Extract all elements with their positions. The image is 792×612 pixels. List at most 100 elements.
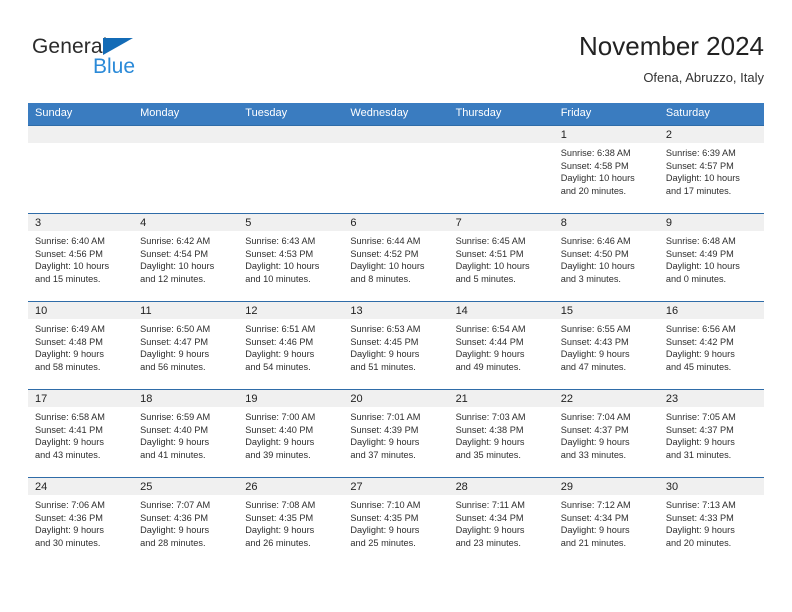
weekday-header-tuesday: Tuesday bbox=[238, 103, 344, 126]
day-info-line: Sunset: 4:40 PM bbox=[140, 424, 209, 435]
calendar-day-cell[interactable]: 21 Sunrise: 7:03 AM Sunset: 4:38 PM Dayligh… bbox=[448, 389, 554, 478]
general-blue-logo[interactable]: General Blue bbox=[32, 35, 212, 89]
day-info-line: Daylight: 9 hours bbox=[665, 349, 735, 360]
calendar-day-cell[interactable]: 17 Sunrise: 6:58 AM Sunset: 4:41 PM Dayligh… bbox=[28, 389, 134, 478]
day-info-line: Daylight: 9 hours bbox=[350, 349, 420, 360]
day-info-line: and 47 minutes. bbox=[560, 361, 627, 372]
day-info-line: and 35 minutes. bbox=[455, 449, 521, 460]
calendar-day-cell[interactable]: 18 Sunrise: 6:59 AM Sunset: 4:40 PM Dayligh… bbox=[133, 389, 239, 478]
calendar-day-cell[interactable]: 7 Sunrise: 6:45 AM Sunset: 4:51 PM Daylight… bbox=[448, 213, 554, 302]
day-info-line: Sunrise: 6:59 AM bbox=[140, 412, 211, 422]
day-info-line: and 21 minutes. bbox=[560, 537, 627, 548]
day-sun-info: Sunrise: 6:45 AM Sunset: 4:51 PM Daylight:… bbox=[449, 231, 554, 285]
day-info-line: and 56 minutes. bbox=[140, 361, 206, 372]
calendar-day-cell[interactable]: 14 Sunrise: 6:54 AM Sunset: 4:44 PM Dayligh… bbox=[448, 301, 554, 390]
day-info-line: Sunset: 4:42 PM bbox=[665, 336, 734, 347]
day-info-line: Daylight: 10 hours bbox=[665, 173, 740, 184]
day-number: 28 bbox=[448, 478, 554, 495]
day-info-line: Daylight: 9 hours bbox=[455, 437, 525, 448]
day-info-line: and 49 minutes. bbox=[455, 361, 521, 372]
calendar-day-cell[interactable]: 19 Sunrise: 7:00 AM Sunset: 4:40 PM Dayligh… bbox=[238, 389, 344, 478]
day-info-line: Sunset: 4:52 PM bbox=[350, 248, 419, 259]
calendar-day-cell[interactable]: 15 Sunrise: 6:55 AM Sunset: 4:43 PM Dayligh… bbox=[553, 301, 659, 390]
day-info-line: Sunset: 4:44 PM bbox=[455, 336, 524, 347]
calendar-day-cell[interactable]: 27 Sunrise: 7:10 AM Sunset: 4:35 PM Dayligh… bbox=[343, 477, 449, 566]
day-info-line: and 31 minutes. bbox=[665, 449, 732, 460]
calendar-day-cell[interactable]: 4 Sunrise: 6:42 AM Sunset: 4:54 PM Daylight… bbox=[133, 213, 239, 302]
day-info-line: Daylight: 10 hours bbox=[350, 261, 425, 272]
calendar-day-cell[interactable]: 28 Sunrise: 7:11 AM Sunset: 4:34 PM Dayligh… bbox=[448, 477, 554, 566]
day-sun-info bbox=[133, 143, 238, 147]
day-number bbox=[448, 126, 554, 143]
day-number bbox=[343, 126, 449, 143]
day-info-line: Sunrise: 7:03 AM bbox=[455, 412, 526, 422]
calendar-day-cell[interactable]: 16 Sunrise: 6:56 AM Sunset: 4:42 PM Dayligh… bbox=[658, 301, 764, 390]
day-info-line: Daylight: 9 hours bbox=[245, 525, 315, 536]
day-info-line: Sunset: 4:36 PM bbox=[35, 512, 103, 523]
day-number bbox=[133, 126, 239, 143]
day-info-line: Sunset: 4:45 PM bbox=[350, 336, 419, 347]
day-info-line: Sunrise: 6:45 AM bbox=[455, 236, 526, 246]
day-info-line: Daylight: 9 hours bbox=[560, 525, 630, 536]
day-info-line: and 30 minutes. bbox=[35, 537, 101, 548]
day-sun-info: Sunrise: 6:42 AM Sunset: 4:54 PM Daylight:… bbox=[133, 231, 238, 285]
day-info-line: Sunrise: 7:13 AM bbox=[665, 500, 736, 510]
day-info-line: Sunset: 4:33 PM bbox=[665, 512, 734, 523]
day-sun-info: Sunrise: 6:59 AM Sunset: 4:40 PM Daylight:… bbox=[133, 407, 238, 461]
calendar-day-cell[interactable]: 23 Sunrise: 7:05 AM Sunset: 4:37 PM Dayligh… bbox=[658, 389, 764, 478]
day-info-line: Sunset: 4:54 PM bbox=[140, 248, 209, 259]
day-info-line: Daylight: 10 hours bbox=[560, 261, 635, 272]
day-info-line: Sunrise: 7:12 AM bbox=[560, 500, 631, 510]
calendar-day-cell[interactable]: 8 Sunrise: 6:46 AM Sunset: 4:50 PM Daylight… bbox=[553, 213, 659, 302]
calendar-day-cell[interactable]: 24 Sunrise: 7:06 AM Sunset: 4:36 PM Dayligh… bbox=[28, 477, 134, 566]
day-info-line: Sunrise: 6:55 AM bbox=[560, 324, 631, 334]
day-info-line: Daylight: 9 hours bbox=[455, 525, 525, 536]
calendar-day-cell[interactable]: 20 Sunrise: 7:01 AM Sunset: 4:39 PM Dayligh… bbox=[343, 389, 449, 478]
calendar-day-cell[interactable]: 13 Sunrise: 6:53 AM Sunset: 4:45 PM Dayligh… bbox=[343, 301, 449, 390]
calendar-day-cell-empty bbox=[28, 125, 134, 214]
calendar-day-cell[interactable]: 22 Sunrise: 7:04 AM Sunset: 4:37 PM Dayligh… bbox=[553, 389, 659, 478]
calendar-page: General Blue November 2024 Ofena, Abruzz… bbox=[0, 0, 792, 612]
page-title: November 2024 bbox=[579, 31, 764, 61]
weekday-header-wednesday: Wednesday bbox=[343, 103, 449, 126]
day-info-line: and 23 minutes. bbox=[455, 537, 521, 548]
calendar-day-cell[interactable]: 1 Sunrise: 6:38 AM Sunset: 4:58 PM Daylight… bbox=[553, 125, 659, 214]
day-info-line: Sunrise: 7:04 AM bbox=[560, 412, 631, 422]
day-number: 24 bbox=[28, 478, 134, 495]
calendar-day-cell-empty bbox=[343, 125, 449, 214]
day-info-line: Sunset: 4:36 PM bbox=[140, 512, 209, 523]
day-info-line: and 5 minutes. bbox=[455, 273, 516, 284]
calendar-day-cell[interactable]: 29 Sunrise: 7:12 AM Sunset: 4:34 PM Dayligh… bbox=[553, 477, 659, 566]
day-info-line: Sunrise: 6:58 AM bbox=[35, 412, 105, 422]
day-sun-info: Sunrise: 6:46 AM Sunset: 4:50 PM Daylight:… bbox=[554, 231, 659, 285]
day-info-line: Daylight: 9 hours bbox=[560, 437, 630, 448]
calendar-day-cell[interactable]: 2 Sunrise: 6:39 AM Sunset: 4:57 PM Daylight… bbox=[658, 125, 764, 214]
day-info-line: and 8 minutes. bbox=[350, 273, 411, 284]
calendar-day-cell[interactable]: 26 Sunrise: 7:08 AM Sunset: 4:35 PM Dayligh… bbox=[238, 477, 344, 566]
calendar-day-cell[interactable]: 5 Sunrise: 6:43 AM Sunset: 4:53 PM Daylight… bbox=[238, 213, 344, 302]
day-sun-info: Sunrise: 6:38 AM Sunset: 4:58 PM Daylight:… bbox=[554, 143, 659, 197]
day-number: 22 bbox=[553, 390, 659, 407]
calendar-day-cell[interactable]: 10 Sunrise: 6:49 AM Sunset: 4:48 PM Dayligh… bbox=[28, 301, 134, 390]
calendar-day-cell[interactable]: 12 Sunrise: 6:51 AM Sunset: 4:46 PM Dayligh… bbox=[238, 301, 344, 390]
calendar-day-cell[interactable]: 25 Sunrise: 7:07 AM Sunset: 4:36 PM Dayligh… bbox=[133, 477, 239, 566]
day-info-line: Sunrise: 7:05 AM bbox=[665, 412, 736, 422]
day-info-line: Sunrise: 6:56 AM bbox=[665, 324, 736, 334]
day-info-line: Sunset: 4:37 PM bbox=[665, 424, 734, 435]
day-info-line: Sunset: 4:37 PM bbox=[560, 424, 629, 435]
calendar-day-cell[interactable]: 30 Sunrise: 7:13 AM Sunset: 4:33 PM Dayligh… bbox=[658, 477, 764, 566]
calendar-week-row: 10 Sunrise: 6:49 AM Sunset: 4:48 PM Dayligh… bbox=[28, 301, 764, 390]
day-info-line: Daylight: 9 hours bbox=[350, 525, 420, 536]
calendar-day-cell[interactable]: 6 Sunrise: 6:44 AM Sunset: 4:52 PM Daylight… bbox=[343, 213, 449, 302]
day-sun-info: Sunrise: 6:44 AM Sunset: 4:52 PM Daylight:… bbox=[343, 231, 448, 285]
day-sun-info: Sunrise: 6:49 AM Sunset: 4:48 PM Daylight:… bbox=[28, 319, 133, 373]
day-sun-info: Sunrise: 7:11 AM Sunset: 4:34 PM Daylight:… bbox=[449, 495, 554, 549]
calendar-day-cell[interactable]: 11 Sunrise: 6:50 AM Sunset: 4:47 PM Dayligh… bbox=[133, 301, 239, 390]
day-info-line: and 33 minutes. bbox=[560, 449, 627, 460]
calendar-day-cell[interactable]: 3 Sunrise: 6:40 AM Sunset: 4:56 PM Daylight… bbox=[28, 213, 134, 302]
day-sun-info: Sunrise: 7:12 AM Sunset: 4:34 PM Daylight:… bbox=[554, 495, 659, 549]
day-info-line: Sunrise: 7:08 AM bbox=[245, 500, 316, 510]
day-number: 15 bbox=[553, 302, 659, 319]
calendar-day-cell[interactable]: 9 Sunrise: 6:48 AM Sunset: 4:49 PM Daylight… bbox=[658, 213, 764, 302]
calendar-week-row: 1 Sunrise: 6:38 AM Sunset: 4:58 PM Daylight… bbox=[28, 125, 764, 214]
